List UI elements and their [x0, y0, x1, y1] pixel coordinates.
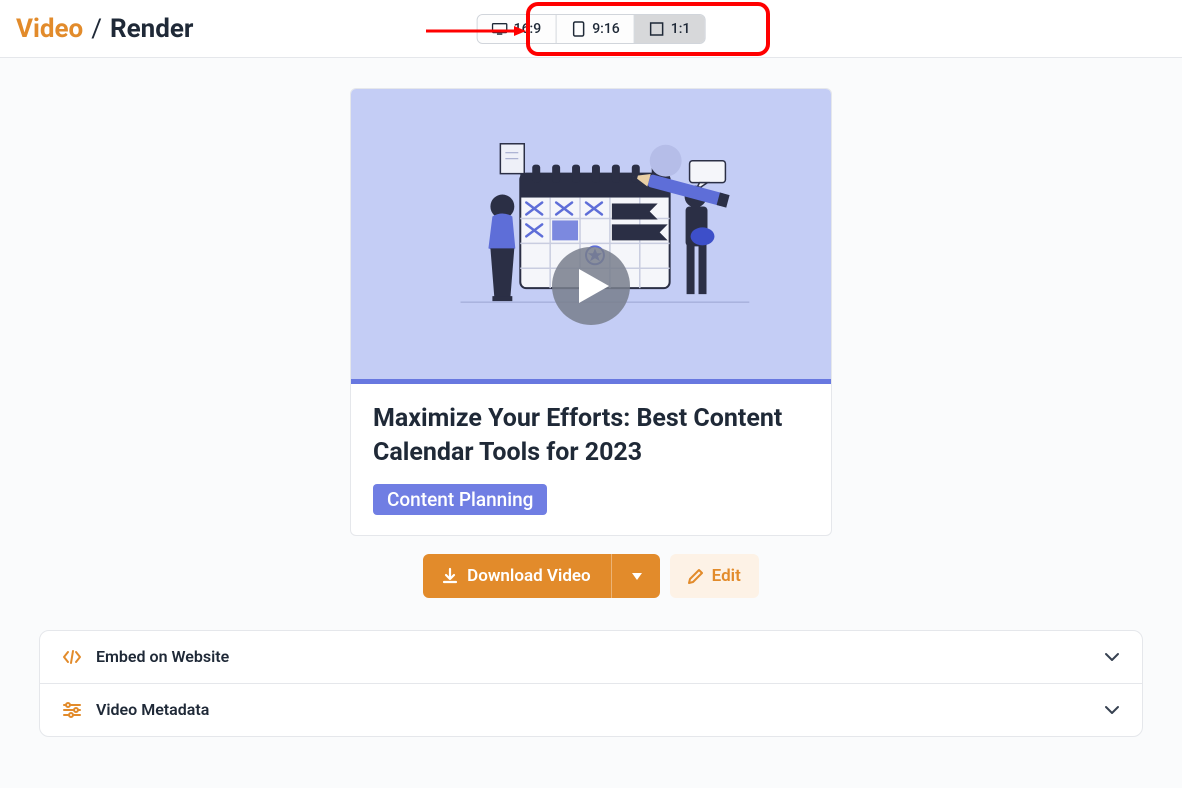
- aspect-ratio-switcher: 16:9 9:16 1:1: [477, 14, 706, 44]
- ratio-16-9-button[interactable]: 16:9: [478, 15, 557, 43]
- video-title: Maximize Your Efforts: Best Content Cale…: [373, 402, 809, 470]
- breadcrumb: Video / Render: [16, 14, 193, 44]
- breadcrumb-render: Render: [110, 14, 193, 44]
- edit-button[interactable]: Edit: [670, 554, 759, 598]
- caret-down-icon: [632, 573, 642, 581]
- thumbnail-illustration: [351, 89, 831, 378]
- video-category-tag[interactable]: Content Planning: [373, 484, 547, 515]
- breadcrumb-video[interactable]: Video: [16, 14, 83, 44]
- monitor-icon: [492, 22, 508, 36]
- app-header: Video / Render 16:9 9:16 1:1: [0, 0, 1182, 58]
- ratio-label: 9:16: [592, 21, 620, 37]
- panel-title: Video Metadata: [96, 700, 209, 719]
- main-content: Maximize Your Efforts: Best Content Cale…: [0, 58, 1182, 737]
- pencil-icon: [688, 568, 704, 584]
- ratio-label: 1:1: [671, 21, 691, 37]
- sliders-icon: [62, 700, 82, 720]
- action-bar: Download Video Edit: [423, 554, 759, 598]
- panel-title: Embed on Website: [96, 647, 229, 666]
- edit-label: Edit: [712, 566, 741, 586]
- play-button[interactable]: [552, 247, 630, 325]
- download-dropdown-toggle[interactable]: [620, 566, 642, 586]
- phone-icon: [570, 22, 586, 36]
- embed-on-website-panel[interactable]: Embed on Website: [40, 631, 1142, 683]
- settings-accordion: Embed on Website Video Metadata: [39, 630, 1143, 737]
- ratio-label: 16:9: [514, 21, 542, 37]
- video-thumbnail[interactable]: [351, 89, 831, 379]
- chevron-down-icon: [1104, 700, 1120, 719]
- download-icon: [441, 567, 459, 585]
- square-icon: [649, 22, 665, 36]
- download-label: Download Video: [467, 566, 591, 586]
- play-icon: [579, 269, 609, 303]
- button-divider: [611, 554, 612, 598]
- code-icon: [62, 647, 82, 667]
- breadcrumb-separator: /: [91, 14, 102, 44]
- chevron-down-icon: [1104, 647, 1120, 666]
- ratio-9-16-button[interactable]: 9:16: [556, 15, 635, 43]
- ratio-1-1-button[interactable]: 1:1: [635, 15, 705, 43]
- download-video-button[interactable]: Download Video: [423, 554, 660, 598]
- video-info-panel: Maximize Your Efforts: Best Content Cale…: [351, 379, 831, 535]
- video-metadata-panel[interactable]: Video Metadata: [40, 683, 1142, 736]
- video-preview-card: Maximize Your Efforts: Best Content Cale…: [350, 88, 832, 536]
